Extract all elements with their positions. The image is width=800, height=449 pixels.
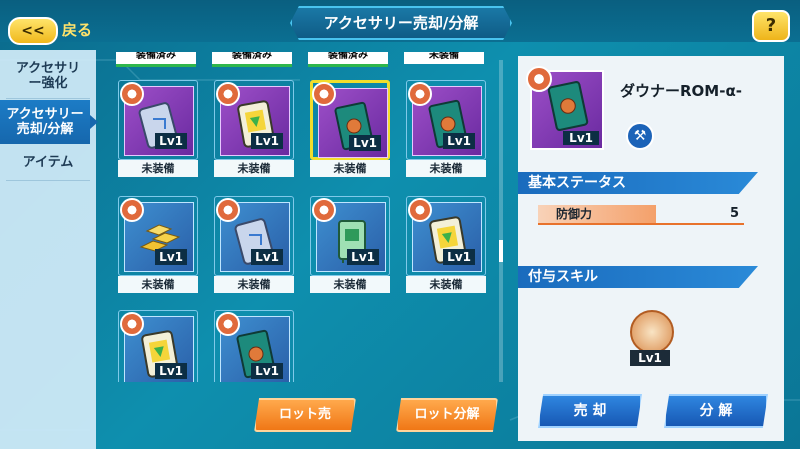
type-badge-icon <box>408 198 432 222</box>
level-label: Lv1 <box>251 363 283 379</box>
equip-status: 未装備 <box>406 160 486 177</box>
scrollbar-track[interactable] <box>499 60 503 382</box>
type-badge-icon <box>120 312 144 336</box>
equip-status: 未装備 <box>214 160 294 177</box>
stat-underline <box>538 223 744 225</box>
stat-value-defense: 5 <box>730 206 740 221</box>
level-label: Lv1 <box>251 133 283 149</box>
equip-status: 未装備 <box>118 276 198 293</box>
back-button[interactable]: << 戻る <box>8 17 93 45</box>
back-arrow-icon: << <box>8 17 58 45</box>
type-badge-icon <box>216 198 240 222</box>
scrollbar-thumb[interactable] <box>499 240 503 262</box>
sidebar-divider <box>6 180 90 181</box>
detail-level-label: Lv1 <box>563 131 599 145</box>
lot-sell-button[interactable]: ロット売 <box>254 398 356 432</box>
skill-icon[interactable] <box>630 310 674 354</box>
type-badge-icon <box>216 312 240 336</box>
type-badge-icon <box>120 198 144 222</box>
equip-status: 未装備 <box>310 276 390 293</box>
skill-level-label: Lv1 <box>630 350 670 366</box>
stat-label-defense: 防御力 <box>538 205 656 223</box>
back-label: 戻る <box>62 21 93 39</box>
type-badge-icon <box>312 82 336 106</box>
skill-heading: 付与スキル <box>518 266 758 288</box>
dismantle-button[interactable]: 分 解 <box>664 394 768 428</box>
level-label: Lv1 <box>251 249 283 265</box>
sidebar-divider <box>6 98 90 99</box>
detail-item-icon: Lv1 <box>526 66 604 150</box>
type-badge-icon <box>312 198 336 222</box>
accessory-grid: 装備済み 装備済み 装備済み 未装備 Lv1 未装備 Lv1 未装備 Lv1 未… <box>102 52 506 382</box>
level-label: Lv1 <box>347 249 379 265</box>
sidebar-item-accessory-enhance[interactable]: アクセサリー強化 <box>0 56 96 96</box>
sidebar-item-accessory-sell[interactable]: アクセサリー売却/分解 <box>0 100 98 144</box>
level-label: Lv1 <box>349 135 381 151</box>
type-badge-icon <box>408 82 432 106</box>
wrench-icon: ⚒ <box>626 122 654 150</box>
type-badge-icon <box>216 82 240 106</box>
item-name: ダウナーROM-α- <box>620 82 742 100</box>
type-badge-icon <box>120 82 144 106</box>
page-title: アクセサリー売却/分解 <box>290 6 512 40</box>
sidebar: アクセサリー強化 アクセサリー売却/分解 アイテム <box>0 50 98 449</box>
level-label: Lv1 <box>443 133 475 149</box>
equip-status: 未装備 <box>214 276 294 293</box>
sidebar-item-label: アクセサリー強化 <box>15 61 81 91</box>
detail-panel: Lv1 ダウナーROM-α- ⚒ 基本ステータス 防御力 5 付与スキル Lv1… <box>518 56 784 441</box>
equip-status: 未装備 <box>118 160 198 177</box>
help-button[interactable]: ? <box>752 10 790 42</box>
type-badge-icon <box>526 66 552 92</box>
level-label: Lv1 <box>155 249 187 265</box>
basic-status-heading: 基本ステータス <box>518 172 758 194</box>
partial-status-label: 装備済み <box>212 52 292 67</box>
equip-status: 未装備 <box>406 276 486 293</box>
partial-status-label: 装備済み <box>116 52 196 67</box>
partial-status-label: 未装備 <box>404 52 484 64</box>
sidebar-item-items[interactable]: アイテム <box>0 146 96 178</box>
lot-dismantle-button[interactable]: ロット分解 <box>396 398 498 432</box>
partial-status-label: 装備済み <box>308 52 388 67</box>
level-label: Lv1 <box>443 249 475 265</box>
level-label: Lv1 <box>155 363 187 379</box>
sidebar-item-label: アクセサリー売却/分解 <box>6 107 84 137</box>
level-label: Lv1 <box>155 133 187 149</box>
sell-button[interactable]: 売 却 <box>538 394 642 428</box>
equip-status: 未装備 <box>310 160 390 177</box>
sidebar-item-label: アイテム <box>22 154 74 170</box>
